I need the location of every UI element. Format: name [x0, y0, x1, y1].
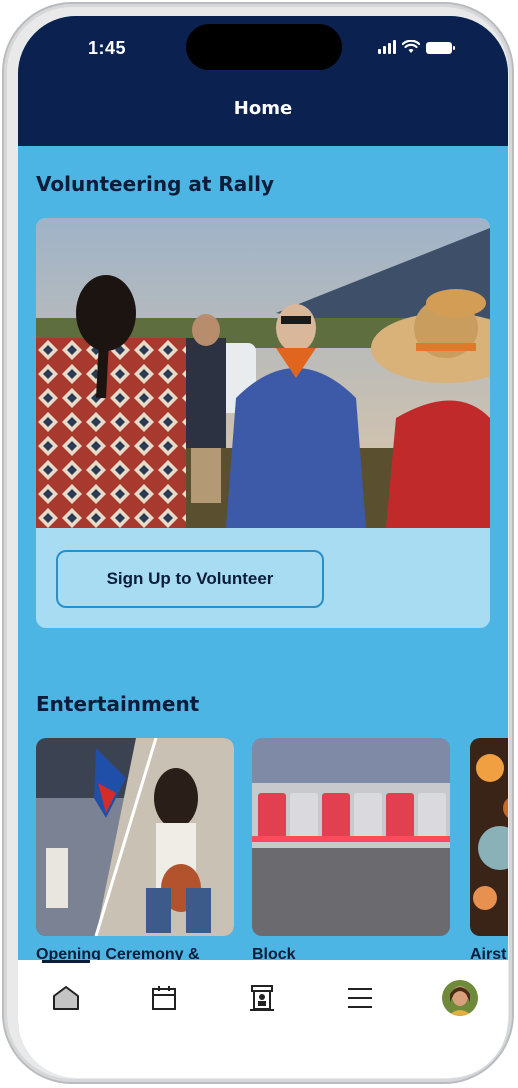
airstream-image [470, 738, 508, 936]
entertainment-carousel[interactable]: Opening Ceremony & Block Airst [36, 738, 508, 968]
signup-volunteer-button[interactable]: Sign Up to Volunteer [56, 550, 324, 608]
status-icons [378, 40, 455, 54]
status-time: 1:45 [88, 38, 127, 58]
menu-icon [348, 988, 372, 1008]
block-party-image [252, 738, 450, 936]
entertainment-section-title: Entertainment [36, 692, 200, 716]
tab-menu[interactable] [338, 976, 382, 1020]
volunteer-photo [36, 218, 490, 528]
wifi-icon [402, 40, 420, 53]
phone-frame: 1:45 Home Volunteering at Rally Sign Up … [2, 2, 514, 1084]
bottom-tab-bar [18, 960, 508, 1078]
tab-calendar[interactable] [142, 976, 186, 1020]
entertainment-card[interactable] [36, 738, 234, 936]
home-icon [53, 986, 79, 1010]
app-header: 1:45 Home [18, 16, 508, 146]
phone-screen: 1:45 Home Volunteering at Rally Sign Up … [18, 16, 508, 1078]
volunteer-section-title: Volunteering at Rally [36, 172, 275, 196]
tab-profile[interactable] [438, 976, 482, 1020]
opening-ceremony-image [36, 738, 234, 936]
tab-selected-indicator [42, 960, 90, 963]
entertainment-card[interactable] [470, 738, 508, 936]
cellular-signal-icon [378, 40, 396, 54]
battery-icon [426, 42, 455, 54]
tab-home[interactable] [44, 976, 88, 1020]
dynamic-island [186, 24, 342, 70]
profile-avatar [442, 980, 478, 1016]
page-title: Home [233, 98, 293, 119]
booth-icon [250, 985, 274, 1011]
entertainment-card[interactable] [252, 738, 450, 936]
volunteer-card: Sign Up to Volunteer [36, 218, 490, 628]
tab-booths[interactable] [240, 976, 284, 1020]
calendar-icon [152, 986, 176, 1010]
